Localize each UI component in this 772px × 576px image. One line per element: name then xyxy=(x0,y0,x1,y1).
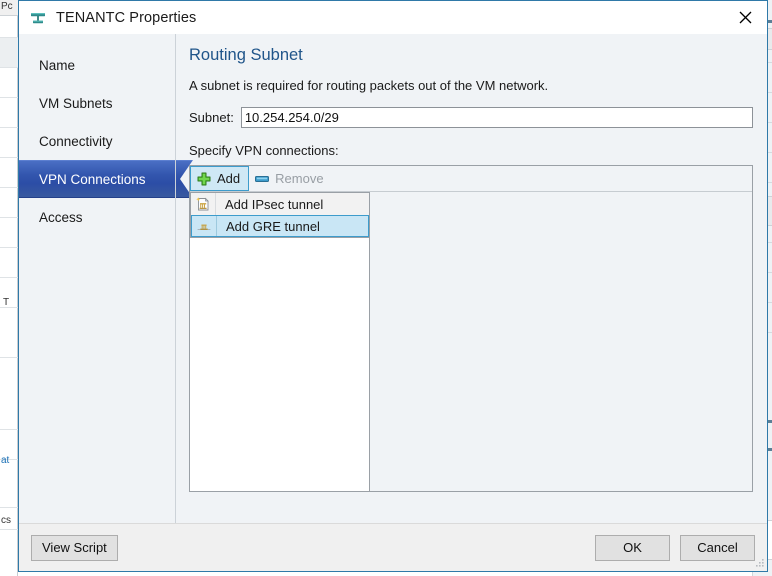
view-script-button[interactable]: View Script xyxy=(31,534,118,561)
content-pane: Routing Subnet A subnet is required for … xyxy=(175,34,767,523)
background-row xyxy=(0,98,18,128)
subnet-field-wrap xyxy=(240,107,753,128)
dialog-body: Name VM Subnets Connectivity VPN Connect… xyxy=(19,34,767,523)
add-dropdown-menu: Add IPsec tunnel Add GRE tunnel xyxy=(190,192,370,238)
ok-button[interactable]: OK xyxy=(595,534,670,561)
add-button[interactable]: Add xyxy=(190,166,250,191)
sidebar-item-label: Connectivity xyxy=(39,133,113,149)
remove-button[interactable]: Remove xyxy=(249,166,331,191)
listbox-toolbar: Add Remove xyxy=(190,166,752,192)
page-description: A subnet is required for routing packets… xyxy=(189,78,549,93)
background-row xyxy=(0,308,18,358)
background-row xyxy=(0,478,18,508)
specify-vpn-connections-label: Specify VPN connections: xyxy=(189,143,339,158)
dialog-sidebar: Name VM Subnets Connectivity VPN Connect… xyxy=(19,34,193,523)
listbox-panes: Add IPsec tunnel Add GRE tunnel xyxy=(190,192,752,491)
background-row xyxy=(0,158,18,188)
background-row xyxy=(0,16,18,38)
sidebar-item-label: VM Subnets xyxy=(39,95,113,111)
minus-icon xyxy=(254,171,270,187)
cancel-button[interactable]: Cancel xyxy=(680,534,755,561)
menu-item-label: Add GRE tunnel xyxy=(226,218,320,234)
sidebar-item-label: Name xyxy=(39,57,76,73)
background-row xyxy=(0,218,18,248)
ipsec-tunnel-icon xyxy=(191,193,216,215)
subnet-label: Subnet: xyxy=(189,110,234,125)
background-row xyxy=(0,68,18,98)
plus-icon xyxy=(196,171,212,187)
sidebar-item-vpn-connections[interactable]: VPN Connections xyxy=(19,160,193,198)
subnet-icon xyxy=(28,8,48,28)
sidebar-item-access[interactable]: Access xyxy=(19,198,175,236)
background-text-fragment: cs xyxy=(1,515,11,526)
dialog-titlebar[interactable]: TENANTC Properties xyxy=(19,1,767,34)
page-title: Routing Subnet xyxy=(189,46,303,64)
background-row xyxy=(0,248,18,278)
background-row xyxy=(0,188,18,218)
background-text-fragment: T xyxy=(3,297,10,308)
sidebar-item-name[interactable]: Name xyxy=(19,46,175,84)
properties-dialog: TENANTC Properties Name VM Subnets Conne… xyxy=(18,0,768,572)
resize-grip-icon[interactable] xyxy=(752,557,765,570)
sidebar-item-vm-subnets[interactable]: VM Subnets xyxy=(19,84,175,122)
dialog-footer: View Script OK Cancel xyxy=(19,523,767,571)
menu-item-label: Add IPsec tunnel xyxy=(225,196,324,212)
vpn-connection-details xyxy=(370,192,752,491)
add-button-label: Add xyxy=(217,171,241,186)
gre-tunnel-icon xyxy=(192,216,217,236)
background-text-fragment: at xyxy=(1,455,10,466)
remove-button-label: Remove xyxy=(275,171,324,186)
vpn-connections-listbox: Add Remove Add IPsec tunnel Add GRE tunn… xyxy=(189,165,753,492)
sidebar-item-connectivity[interactable]: Connectivity xyxy=(19,122,175,160)
background-text-fragment: Pc xyxy=(1,1,13,12)
sidebar-item-label: VPN Connections xyxy=(39,171,146,187)
sidebar-item-label: Access xyxy=(39,209,83,225)
background-row xyxy=(0,38,18,68)
menu-item-add-ipsec-tunnel[interactable]: Add IPsec tunnel xyxy=(191,193,369,215)
dialog-title: TENANTC Properties xyxy=(56,9,197,26)
menu-item-add-gre-tunnel[interactable]: Add GRE tunnel xyxy=(191,215,369,237)
background-row xyxy=(0,128,18,158)
close-icon[interactable] xyxy=(723,1,767,33)
subnet-input[interactable] xyxy=(240,107,753,128)
subnet-row: Subnet: xyxy=(189,107,753,128)
background-row xyxy=(0,400,18,430)
background-left-panel xyxy=(0,0,18,576)
